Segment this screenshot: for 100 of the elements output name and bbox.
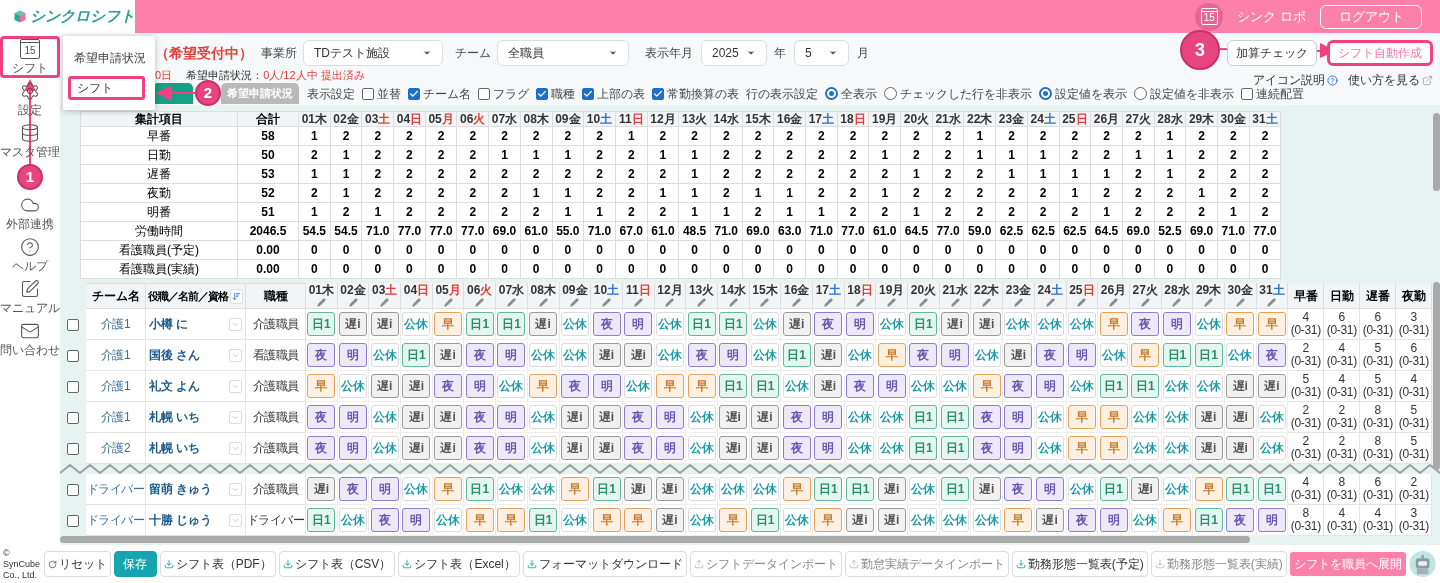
shift-chip[interactable]: 夜 (1226, 508, 1255, 532)
toolbar-button[interactable]: シフト表（PDF） (159, 551, 276, 577)
shift-chip[interactable]: 日1 (465, 312, 494, 336)
shift-chip[interactable]: 早 (434, 477, 463, 501)
shift-chip[interactable]: 日1 (1194, 343, 1223, 367)
shift-chip[interactable]: 公休 (750, 312, 779, 336)
shift-chip[interactable]: 早 (782, 477, 811, 501)
row-checkbox[interactable] (67, 349, 79, 362)
shift-chip[interactable]: 遅i (434, 436, 463, 460)
year-select[interactable]: 2025 (701, 40, 767, 66)
shift-chip[interactable]: 明 (941, 343, 970, 367)
shift-chip[interactable]: 日1 (465, 477, 494, 501)
shift-chip[interactable]: 早 (529, 374, 558, 398)
toolbar-button[interactable]: 勤務形態一覧表(予定) (1011, 551, 1148, 577)
shift-chip[interactable]: 公休 (370, 436, 399, 460)
shift-chip[interactable]: 明 (846, 312, 875, 336)
shift-chip[interactable]: 遅i (750, 436, 779, 460)
shift-chip[interactable]: 公休 (719, 477, 748, 501)
shift-chip[interactable]: 日1 (307, 508, 336, 532)
radio-option[interactable]: 全表示 (825, 84, 877, 103)
shift-chip[interactable]: 公休 (655, 343, 684, 367)
pencil-icon[interactable] (633, 298, 643, 307)
shift-chip[interactable]: 遅i (846, 508, 875, 532)
shift-chip[interactable]: 夜 (1036, 343, 1065, 367)
shift-chip[interactable]: 公休 (402, 477, 431, 501)
pencil-icon[interactable] (1045, 298, 1055, 307)
checkbox[interactable]: フラグ (478, 84, 529, 103)
shift-chip[interactable]: 公休 (1036, 312, 1065, 336)
toolbar-button[interactable]: 保存 (113, 551, 157, 577)
shift-chip[interactable]: 遅i (624, 343, 653, 367)
shift-chip[interactable]: 日1 (1226, 477, 1255, 501)
row-checkbox[interactable] (67, 483, 79, 496)
shift-chip[interactable]: 日1 (1099, 374, 1128, 398)
shift-chip[interactable]: 遅i (814, 374, 843, 398)
toolbar-button[interactable]: リセット (43, 551, 111, 577)
shift-chip[interactable]: 早 (1131, 343, 1160, 367)
shift-chip[interactable]: 公休 (972, 343, 1001, 367)
shift-chip[interactable]: 早 (1099, 405, 1128, 429)
pencil-icon[interactable] (348, 298, 358, 307)
checkbox-box[interactable] (652, 87, 664, 100)
sidebar-item[interactable]: 問い合わせ (0, 318, 60, 360)
shift-chip[interactable]: 公休 (1194, 374, 1223, 398)
pencil-icon[interactable] (316, 298, 326, 307)
radio-button[interactable] (884, 87, 897, 100)
checkbox-box[interactable] (536, 87, 548, 100)
shift-chip[interactable]: 公休 (687, 436, 716, 460)
checkbox[interactable]: 常勤換算の表 (652, 84, 739, 103)
shift-chip[interactable]: 公休 (972, 508, 1001, 532)
shift-chip[interactable]: 公休 (624, 374, 653, 398)
pencil-icon[interactable] (950, 298, 960, 307)
shift-chip[interactable]: 公休 (687, 477, 716, 501)
shift-chip[interactable]: 遅i (814, 343, 843, 367)
radio-option[interactable]: チェックした行を非表示 (884, 84, 1032, 103)
shift-chip[interactable]: 遅i (529, 312, 558, 336)
shift-chip[interactable]: 公休 (1036, 436, 1065, 460)
shift-chip[interactable]: 夜 (465, 436, 494, 460)
shift-chip[interactable]: 公休 (782, 508, 811, 532)
row-checkbox[interactable] (67, 514, 79, 527)
shift-chip[interactable]: 遅i (560, 436, 589, 460)
pencil-icon[interactable] (665, 298, 675, 307)
pencil-icon[interactable] (887, 298, 897, 307)
pencil-icon[interactable] (1013, 298, 1023, 307)
shift-chip[interactable]: 遅i (434, 343, 463, 367)
shift-chip[interactable]: 明 (497, 343, 526, 367)
team-select[interactable]: 全職員 (497, 40, 629, 66)
shift-chip[interactable]: 遅i (370, 374, 399, 398)
shift-chip[interactable]: 公休 (1036, 405, 1065, 429)
shift-chip[interactable]: 遅i (402, 374, 431, 398)
shift-chip[interactable]: 遅i (750, 405, 779, 429)
shift-chip[interactable]: 日1 (687, 312, 716, 336)
shift-chip[interactable]: 明 (1004, 405, 1033, 429)
shift-chip[interactable]: 遅i (307, 477, 336, 501)
sidebar-item[interactable]: ヘルプ (0, 234, 60, 276)
pencil-icon[interactable] (506, 298, 516, 307)
shift-chip[interactable]: 早 (592, 508, 621, 532)
radio-option[interactable]: 設定値を表示 (1039, 84, 1127, 103)
shift-chip[interactable]: 早 (1004, 508, 1033, 532)
shift-chip[interactable]: 公休 (782, 374, 811, 398)
pencil-icon[interactable] (1267, 298, 1277, 307)
sidebar-item[interactable]: 15 シフト (0, 36, 60, 78)
shift-chip[interactable]: 夜 (782, 405, 811, 429)
shift-chip[interactable]: 公休 (560, 312, 589, 336)
pencil-icon[interactable] (570, 298, 580, 307)
shift-chip[interactable]: 早 (624, 508, 653, 532)
shift-chip[interactable]: 夜 (972, 436, 1001, 460)
shift-chip[interactable]: 公休 (1067, 374, 1096, 398)
shift-chip[interactable]: 公休 (529, 405, 558, 429)
shift-chip[interactable]: 公休 (370, 343, 399, 367)
shift-chip[interactable]: 公休 (402, 312, 431, 336)
shift-chip[interactable]: 日1 (719, 374, 748, 398)
shift-chip[interactable]: 明 (1162, 312, 1191, 336)
shift-chip[interactable]: 公休 (1004, 312, 1033, 336)
shift-chip[interactable]: 遅i (1004, 343, 1033, 367)
shift-chip[interactable]: 日1 (529, 508, 558, 532)
shift-chip[interactable]: 日1 (402, 343, 431, 367)
shift-chip[interactable]: 公休 (1257, 436, 1286, 460)
shift-chip[interactable]: 遅i (782, 312, 811, 336)
pencil-icon[interactable] (1235, 298, 1245, 307)
shift-chip[interactable]: 公休 (941, 508, 970, 532)
shift-chip[interactable]: 早 (1226, 312, 1255, 336)
